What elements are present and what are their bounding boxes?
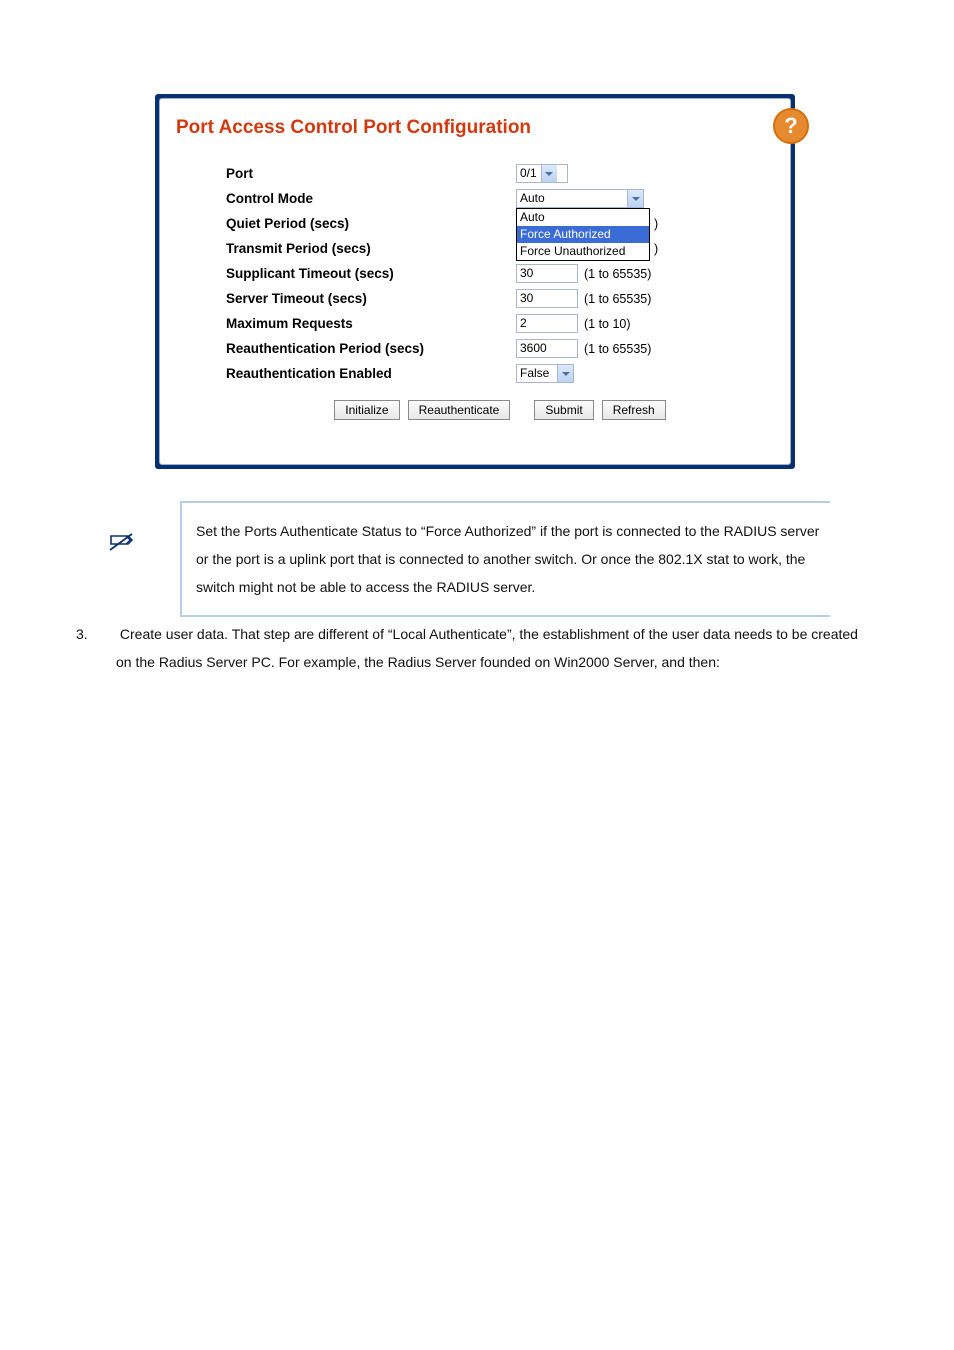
chevron-down-icon [627, 190, 643, 207]
supplicant-timeout-input[interactable]: 30 [516, 264, 578, 283]
help-icon: ? [784, 115, 797, 137]
hint-supplicant-timeout: (1 to 65535) [584, 267, 651, 281]
label-transmit-period: Transmit Period (secs) [226, 241, 516, 256]
config-panel: Port Access Control Port Configuration P… [155, 94, 795, 469]
chevron-down-icon [541, 165, 557, 182]
pencil-note-icon [108, 532, 134, 554]
dropdown-option-force-unauthorized[interactable]: Force Unauthorized [517, 243, 649, 260]
help-button[interactable]: ? [773, 108, 809, 144]
max-requests-input[interactable]: 2 [516, 314, 578, 333]
label-reauth-enabled: Reauthentication Enabled [226, 366, 516, 381]
reauth-period-input[interactable]: 3600 [516, 339, 578, 358]
control-mode-value: Auto [517, 190, 627, 207]
dropdown-option-auto[interactable]: Auto [517, 209, 649, 226]
label-port: Port [226, 166, 516, 181]
button-row: Initialize Reauthenticate Submit Refresh [226, 400, 774, 420]
port-select-value: 0/1 [517, 165, 541, 182]
label-supplicant-timeout: Supplicant Timeout (secs) [226, 266, 516, 281]
panel-title: Port Access Control Port Configuration [176, 117, 774, 139]
reauth-enabled-value: False [517, 365, 557, 382]
port-select[interactable]: 0/1 [516, 164, 568, 183]
label-server-timeout: Server Timeout (secs) [226, 291, 516, 306]
label-control-mode: Control Mode [226, 191, 516, 206]
label-quiet-period: Quiet Period (secs) [226, 216, 516, 231]
step-number: 3. [76, 620, 116, 648]
server-timeout-input[interactable]: 30 [516, 289, 578, 308]
refresh-button[interactable]: Refresh [602, 400, 666, 420]
dropdown-option-force-authorized[interactable]: Force Authorized [517, 226, 649, 243]
control-mode-dropdown: Auto Force Authorized Force Unauthorized [516, 208, 650, 261]
hint-transmit-period-tail: ) [652, 242, 658, 256]
hint-max-requests: (1 to 10) [584, 317, 631, 331]
label-reauth-period: Reauthentication Period (secs) [226, 341, 516, 356]
note-text: Set the Ports Authenticate Status to “Fo… [180, 501, 830, 617]
hint-reauth-period: (1 to 65535) [584, 342, 651, 356]
panel-body: Port Access Control Port Configuration P… [159, 98, 791, 465]
initialize-button[interactable]: Initialize [334, 400, 399, 420]
hint-quiet-period-tail: ) [652, 217, 658, 231]
reauth-enabled-select[interactable]: False [516, 364, 574, 383]
label-max-requests: Maximum Requests [226, 316, 516, 331]
hint-server-timeout: (1 to 65535) [584, 292, 651, 306]
submit-button[interactable]: Submit [534, 400, 593, 420]
reauthenticate-button[interactable]: Reauthenticate [408, 400, 511, 420]
form-area: Port 0/1 Control Mode Auto [176, 161, 774, 420]
step-text-rest: on the Radius Server PC. For example, th… [76, 648, 866, 676]
step-text-first: Create user data. That step are differen… [120, 626, 858, 642]
control-mode-select[interactable]: Auto [516, 189, 644, 208]
step-3: 3. Create user data. That step are diffe… [76, 620, 866, 676]
chevron-down-icon [557, 365, 573, 382]
